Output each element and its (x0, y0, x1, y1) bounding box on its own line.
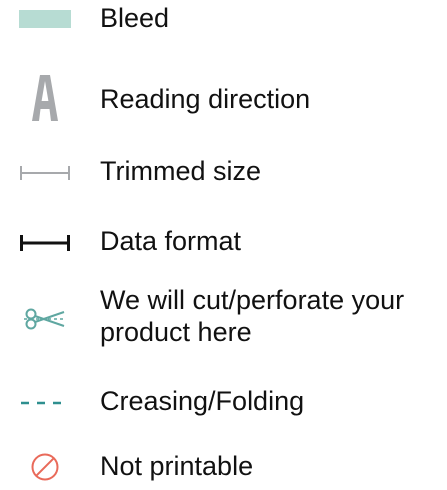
legend-label-data-format: Data format (100, 226, 242, 256)
prohibited-icon (0, 451, 90, 483)
legend-item-cut-perforate: We will cut/perforate your product here (0, 282, 447, 358)
data-format-line-icon (0, 232, 90, 254)
legend-label-cut-perforate: We will cut/perforate your product here (100, 285, 405, 347)
legend-label-trimmed-size: Trimmed size (100, 156, 262, 186)
legend-item-reading-direction: Reading direction (0, 68, 447, 128)
legend-label-not-printable: Not printable (100, 451, 254, 481)
legend-label-bleed: Bleed (100, 3, 170, 33)
legend-label-reading-direction: Reading direction (100, 84, 311, 114)
legend-item-data-format: Data format (0, 220, 447, 264)
letter-a-icon (0, 70, 90, 126)
legend: Bleed Reading direction Trimmed size Dat… (0, 0, 447, 490)
bleed-swatch-icon (0, 9, 90, 29)
trim-line-icon (0, 162, 90, 184)
legend-label-creasing-folding: Creasing/Folding (100, 386, 305, 416)
legend-item-not-printable: Not printable (0, 444, 447, 490)
legend-item-creasing-folding: Creasing/Folding (0, 380, 447, 424)
legend-item-bleed: Bleed (0, 0, 447, 40)
legend-item-trimmed-size: Trimmed size (0, 150, 447, 194)
scissors-icon (0, 304, 90, 334)
dashed-line-icon (0, 392, 90, 414)
